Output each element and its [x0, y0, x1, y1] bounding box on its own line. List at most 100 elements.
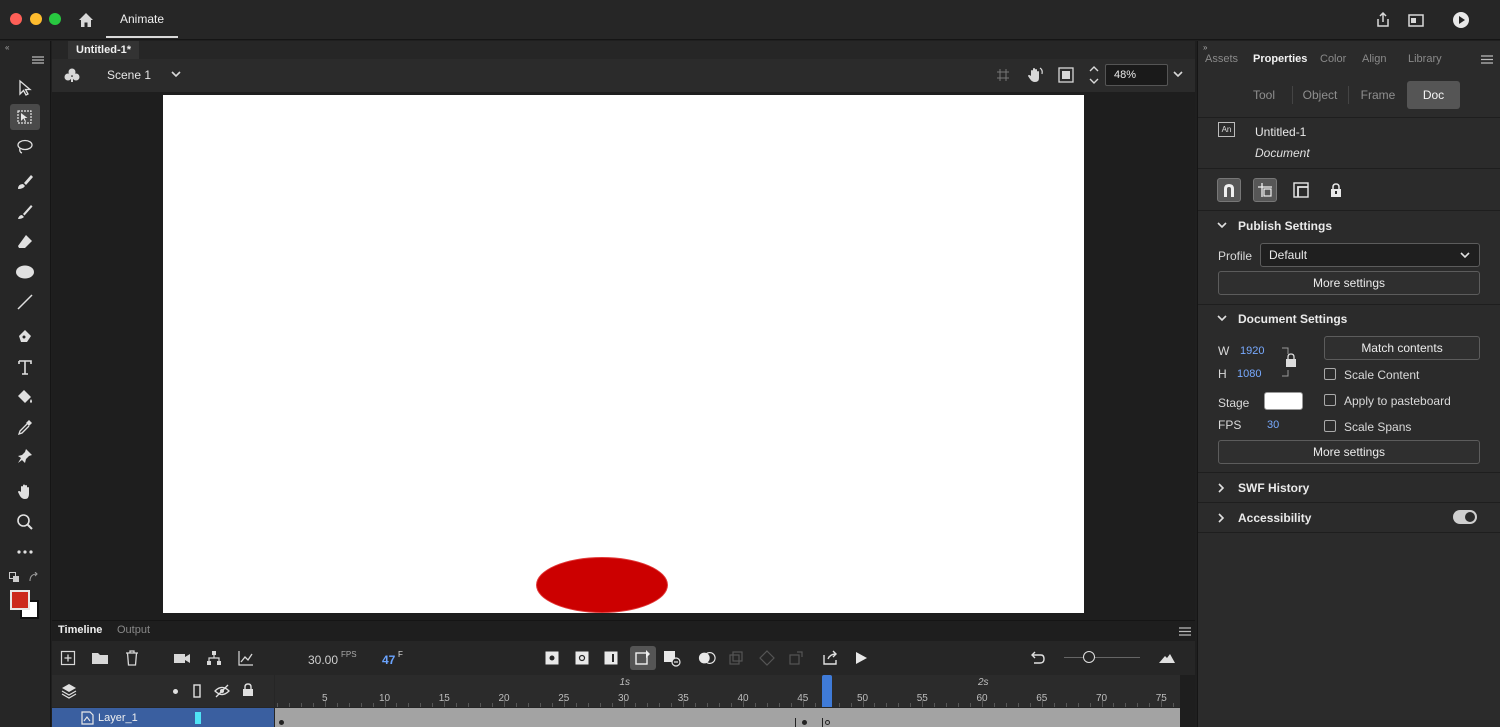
- show-outlines-icon[interactable]: [193, 684, 201, 698]
- paint-bucket-tool-icon[interactable]: [10, 384, 40, 410]
- width-value[interactable]: 1920: [1240, 345, 1264, 357]
- color-swatches[interactable]: [10, 590, 40, 620]
- playhead[interactable]: [821, 675, 832, 707]
- insert-blank-keyframe-icon[interactable]: [573, 649, 591, 667]
- pen-tool-icon[interactable]: [10, 324, 40, 350]
- zoom-dropdown-chevron-icon[interactable]: [1172, 69, 1184, 79]
- play-icon[interactable]: [852, 649, 870, 667]
- free-transform-tool-icon[interactable]: [10, 104, 40, 130]
- tab-assets[interactable]: Assets: [1205, 53, 1238, 65]
- scene-dropdown-chevron-icon[interactable]: [170, 69, 182, 79]
- hand-tool-icon[interactable]: [10, 479, 40, 505]
- line-tool-icon[interactable]: [10, 289, 40, 315]
- app-tab[interactable]: Animate: [106, 0, 179, 38]
- new-folder-icon[interactable]: [91, 649, 109, 667]
- current-frame-value[interactable]: 47: [382, 653, 395, 667]
- lasso-tool-icon[interactable]: [10, 134, 40, 160]
- insert-keyframe-icon[interactable]: [543, 649, 561, 667]
- timeline-zoom-in-icon[interactable]: [1158, 649, 1176, 667]
- paint-brush-tool-icon[interactable]: [10, 169, 40, 195]
- height-value[interactable]: 1080: [1237, 368, 1261, 380]
- undo-zoom-icon[interactable]: [1029, 649, 1047, 667]
- scene-icon[interactable]: [63, 67, 81, 83]
- accessibility-toggle[interactable]: [1453, 510, 1477, 524]
- layer-row[interactable]: Layer_1: [52, 708, 274, 727]
- profile-select[interactable]: Default: [1260, 243, 1480, 267]
- publish-more-settings-button[interactable]: More settings: [1218, 271, 1480, 295]
- document-tab[interactable]: Untitled-1*: [68, 41, 139, 59]
- oval-tool-icon[interactable]: [10, 259, 40, 285]
- insert-frame-icon[interactable]: [602, 649, 620, 667]
- rotate-stage-hand-icon[interactable]: [1025, 66, 1045, 84]
- graph-editor-icon[interactable]: [237, 649, 255, 667]
- tab-color[interactable]: Color: [1320, 53, 1346, 65]
- zoom-tool-icon[interactable]: [10, 509, 40, 535]
- document-settings-header[interactable]: Document Settings: [1198, 304, 1500, 334]
- window-minimize-button[interactable]: [30, 13, 42, 25]
- layer-color-indicator[interactable]: [195, 712, 201, 724]
- stage[interactable]: [163, 95, 1084, 613]
- scale-content-checkbox[interactable]: [1324, 368, 1336, 380]
- timeline-zoom-slider-track[interactable]: [1064, 657, 1140, 658]
- tab-properties[interactable]: Properties: [1253, 53, 1307, 65]
- scale-spans-checkbox[interactable]: [1324, 420, 1336, 432]
- step-out-icon[interactable]: [822, 649, 840, 667]
- stroke-color-swatch[interactable]: [10, 590, 30, 610]
- timeline-scrollbar[interactable]: [1180, 675, 1195, 727]
- keyframe-marker[interactable]: [802, 720, 807, 725]
- subtab-doc[interactable]: Doc: [1407, 81, 1460, 109]
- home-icon[interactable]: [76, 10, 96, 30]
- timeline-zoom-slider-thumb[interactable]: [1083, 651, 1095, 663]
- insert-classic-tween-icon[interactable]: [630, 646, 656, 670]
- empty-keyframe-marker[interactable]: [825, 720, 830, 725]
- swf-history-header[interactable]: SWF History: [1198, 473, 1500, 503]
- text-tool-icon[interactable]: [10, 354, 40, 380]
- fps-value[interactable]: 30.00: [308, 653, 338, 667]
- share-icon[interactable]: [1373, 10, 1393, 30]
- snap-to-objects-magnet-icon[interactable]: [1217, 178, 1241, 202]
- eyedropper-tool-icon[interactable]: [10, 414, 40, 440]
- pasteboard[interactable]: [52, 92, 1195, 622]
- new-layer-icon[interactable]: [59, 649, 77, 667]
- lock-guides-icon[interactable]: [1324, 178, 1348, 202]
- constrain-proportions-lock-icon[interactable]: [1281, 347, 1297, 377]
- tab-library[interactable]: Library: [1408, 53, 1442, 65]
- snap-to-grid-icon[interactable]: [996, 68, 1010, 82]
- workspace-icon[interactable]: [1406, 10, 1426, 30]
- tab-timeline[interactable]: Timeline: [58, 624, 102, 636]
- onion-skin-icon[interactable]: [698, 649, 716, 667]
- collapse-icon[interactable]: «: [5, 43, 9, 52]
- swap-colors-icon[interactable]: [28, 572, 39, 583]
- apply-to-pasteboard-checkbox[interactable]: [1324, 394, 1336, 406]
- red-ellipse-shape[interactable]: [536, 557, 668, 613]
- timeline-menu-icon[interactable]: [1179, 627, 1191, 636]
- brush-tool-icon[interactable]: [10, 199, 40, 225]
- camera-icon[interactable]: [173, 649, 191, 667]
- pin-tool-icon[interactable]: [10, 443, 40, 469]
- subtab-frame[interactable]: Frame: [1350, 81, 1406, 109]
- highlight-layers-icon[interactable]: [173, 689, 178, 694]
- snap-to-pixels-icon[interactable]: [1289, 178, 1313, 202]
- eraser-tool-icon[interactable]: [10, 229, 40, 255]
- stage-color-swatch[interactable]: [1264, 392, 1303, 410]
- document-more-settings-button[interactable]: More settings: [1218, 440, 1480, 464]
- fps-value[interactable]: 30: [1267, 419, 1279, 431]
- more-tools-icon[interactable]: [10, 539, 40, 565]
- visibility-hide-icon[interactable]: [214, 684, 230, 698]
- window-maximize-button[interactable]: [49, 13, 61, 25]
- layer-parenting-icon[interactable]: [205, 649, 223, 667]
- clip-content-icon[interactable]: [1058, 67, 1074, 83]
- zoom-stepper-icon[interactable]: [1088, 63, 1100, 87]
- snap-align-icon[interactable]: [1253, 178, 1277, 202]
- subtab-tool[interactable]: Tool: [1238, 81, 1290, 109]
- motion-tween-icon[interactable]: [663, 649, 681, 667]
- panel-menu-icon[interactable]: [1481, 55, 1493, 64]
- layer-frames[interactable]: [275, 708, 1180, 727]
- window-close-button[interactable]: [10, 13, 22, 25]
- frame-ruler[interactable]: 5 10 15 20 25 30 35 40 45 50 55 60 65 70 75 1s 2s: [275, 675, 1180, 707]
- tab-output[interactable]: Output: [117, 624, 150, 636]
- selection-tool-icon[interactable]: [10, 75, 40, 101]
- publish-settings-header[interactable]: Publish Settings: [1198, 211, 1500, 241]
- tab-align[interactable]: Align: [1362, 53, 1386, 65]
- keyframe-marker[interactable]: [279, 720, 284, 725]
